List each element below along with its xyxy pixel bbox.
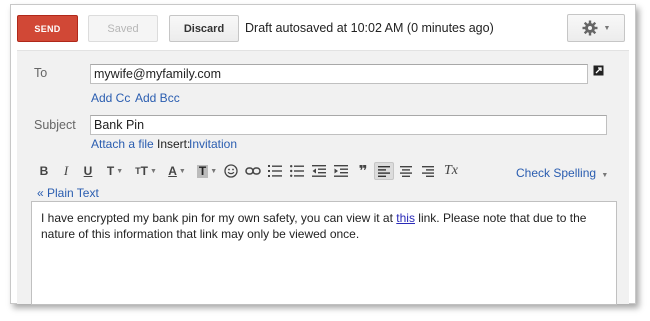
autosave-status: Draft autosaved at 10:02 AM (0 minutes a… xyxy=(245,21,494,35)
chevron-down-icon: ▼ xyxy=(178,167,186,175)
numbered-list-icon xyxy=(268,165,282,177)
bold-button[interactable]: B xyxy=(37,162,51,180)
send-button[interactable]: SEND xyxy=(17,15,78,42)
indent-more-icon xyxy=(334,165,348,177)
to-field[interactable]: mywife@myfamily.com xyxy=(90,64,588,84)
check-spelling-label: Check Spelling xyxy=(516,166,597,180)
subject-field[interactable]: Bank Pin xyxy=(90,115,607,135)
attach-file-link[interactable]: Attach a file xyxy=(91,137,154,151)
bulleted-list-icon xyxy=(290,165,304,177)
smiley-icon xyxy=(224,164,238,178)
chevron-down-icon: ▼ xyxy=(601,172,609,179)
highlight-button[interactable]: T ▼ xyxy=(194,162,220,180)
chevron-down-icon: ▼ xyxy=(116,167,124,175)
to-label: To xyxy=(34,66,48,80)
chevron-down-icon: ▼ xyxy=(210,167,218,175)
align-left-icon xyxy=(378,165,390,177)
settings-button[interactable]: ▼ xyxy=(567,14,625,42)
underline-button[interactable]: U xyxy=(81,162,95,180)
discard-button[interactable]: Discard xyxy=(169,15,239,42)
bulleted-list-button[interactable] xyxy=(289,162,305,180)
plain-text-link[interactable]: « Plain Text xyxy=(37,186,99,200)
font-icon: T xyxy=(106,164,115,178)
quote-button[interactable]: ❞ xyxy=(355,162,371,180)
emoji-button[interactable] xyxy=(223,162,239,180)
message-body[interactable]: I have encrypted my bank pin for my own … xyxy=(31,201,617,305)
check-spelling-button[interactable]: Check Spelling ▼ xyxy=(516,166,608,180)
highlight-icon: T xyxy=(196,163,209,178)
link-icon xyxy=(245,167,261,175)
text-color-button[interactable]: A ▼ xyxy=(165,162,189,180)
remove-formatting-button[interactable]: Tx xyxy=(442,162,460,180)
align-left-button[interactable] xyxy=(374,162,394,180)
add-bcc-link[interactable]: Add Bcc xyxy=(135,91,180,105)
link-button[interactable] xyxy=(244,162,262,180)
subject-label: Subject xyxy=(34,118,76,132)
chevron-down-icon: ▼ xyxy=(603,24,611,32)
insert-label: Insert: xyxy=(157,137,191,151)
indent-less-icon xyxy=(312,165,326,177)
message-link[interactable]: this xyxy=(396,211,415,225)
italic-button[interactable]: I xyxy=(59,162,73,180)
text-color-icon: A xyxy=(168,164,177,178)
chevron-down-icon: ▼ xyxy=(149,167,157,175)
message-text-start: I have encrypted my bank pin for my own … xyxy=(41,211,397,225)
saved-button: Saved xyxy=(88,15,158,42)
align-right-button[interactable] xyxy=(420,162,436,180)
align-right-icon xyxy=(422,165,434,177)
align-center-button[interactable] xyxy=(398,162,414,180)
font-size-icon: T xyxy=(140,164,148,178)
insert-invitation-link[interactable]: Invitation xyxy=(189,137,237,151)
compose-window: SEND Saved Discard Draft autosaved at 10… xyxy=(10,4,636,305)
indent-less-button[interactable] xyxy=(311,162,327,180)
align-center-icon xyxy=(400,165,412,177)
font-button[interactable]: T ▼ xyxy=(103,162,127,180)
add-cc-link[interactable]: Add Cc xyxy=(91,91,130,105)
numbered-list-button[interactable] xyxy=(267,162,283,180)
indent-more-button[interactable] xyxy=(333,162,349,180)
pop-out-icon[interactable] xyxy=(593,65,604,76)
font-size-button[interactable]: T T ▼ xyxy=(133,162,159,180)
gear-icon xyxy=(582,20,598,36)
